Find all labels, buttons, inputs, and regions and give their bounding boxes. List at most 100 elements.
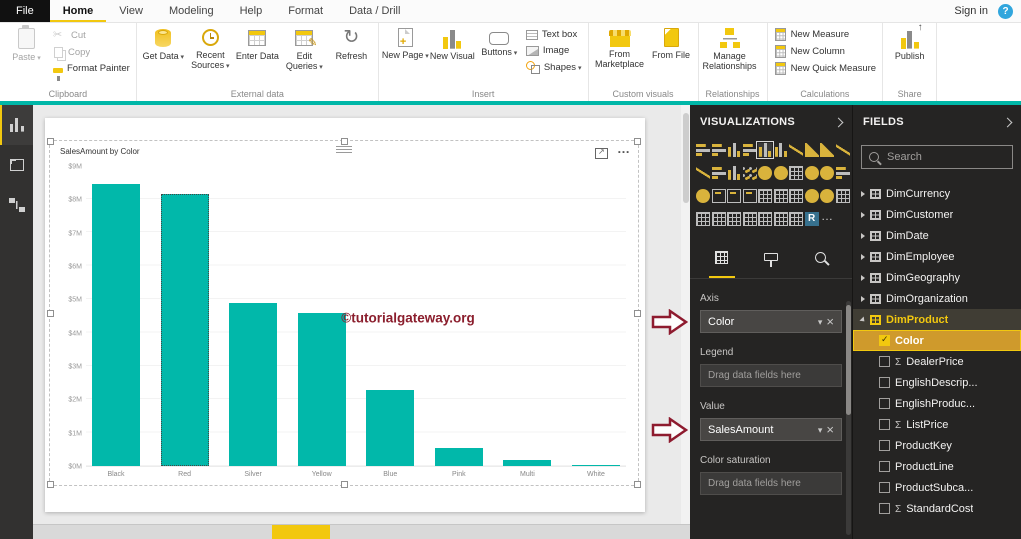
table-row-DimCurrency[interactable]: DimCurrency [853,183,1021,204]
viz-icon-r-script-visual[interactable] [804,212,819,226]
paste-button[interactable]: Paste [3,24,50,88]
table-row-DimEmployee[interactable]: DimEmployee [853,246,1021,267]
field-checkbox[interactable] [879,377,890,388]
table-row-DimGeography[interactable]: DimGeography [853,267,1021,288]
viz-icon-custom-visual-3[interactable] [711,212,726,226]
viz-icon-clustered-bar-chart[interactable] [711,143,726,157]
viz-icon-custom-visual-4[interactable] [727,212,741,226]
report-canvas[interactable]: SalesAmount by Color $9M$8M$7M$6M$5M$4M$… [33,105,690,525]
viz-pane-tab-format[interactable] [753,236,789,278]
copy-button[interactable]: Copy [53,46,130,59]
drag-handle-icon[interactable] [336,146,352,154]
shapes-button[interactable]: Shapes [525,60,582,74]
table-row-DimProduct[interactable]: DimProduct [853,309,1021,330]
remove-field-icon[interactable] [826,423,834,437]
viz-icon-scatter-chart[interactable] [742,166,757,180]
viz-icon-line-and-clustered-column-chart[interactable] [696,166,710,180]
viz-icon-custom-visual-2[interactable] [696,212,710,226]
new-column-button[interactable]: New Column [774,45,877,58]
field-checkbox[interactable] [879,334,890,346]
resize-handle[interactable] [47,138,54,145]
viz-icon-slicer[interactable] [758,189,772,203]
viz-icon-100-stacked-bar-chart[interactable] [742,143,757,157]
expand-chevron-icon[interactable] [861,211,865,218]
bar-red[interactable] [160,193,209,466]
table-row-DimOrganization[interactable]: DimOrganization [853,288,1021,309]
format-painter-button[interactable]: Format Painter [53,63,130,81]
viz-icon-filled-map[interactable] [820,166,834,180]
resize-handle[interactable] [634,138,641,145]
resize-handle[interactable] [341,138,348,145]
field-row-Color[interactable]: Color [853,330,1021,351]
resize-handle[interactable] [47,481,54,488]
viz-icon-multi-row-card[interactable] [727,189,741,203]
enter-data-button[interactable]: Enter Data [234,24,281,88]
expand-chevron-icon[interactable] [861,295,865,302]
resize-handle[interactable] [341,481,348,488]
nav-item-data-view[interactable] [0,145,33,185]
edit-queries-button[interactable]: Edit Queries [281,24,328,88]
report-page[interactable]: SalesAmount by Color $9M$8M$7M$6M$5M$4M$… [45,118,645,512]
cut-button[interactable]: Cut [53,28,130,42]
tab-data-drill[interactable]: Data / Drill [336,0,413,22]
viz-icon-shape-map[interactable] [820,189,834,203]
resize-handle[interactable] [47,310,54,317]
from-file-button[interactable]: From File [648,24,695,88]
bar-multi[interactable] [503,460,552,466]
viz-icon-area-chart[interactable] [804,143,819,157]
nav-item-model-view[interactable] [0,185,33,225]
buttons-button[interactable]: Buttons [476,24,523,88]
viz-icon-stacked-column-chart[interactable] [727,143,741,157]
manage-relationships-button[interactable]: Manage Relationships [702,24,758,88]
legend-field-well[interactable]: Drag data fields here [700,364,842,387]
field-row-ProductSubca[interactable]: ProductSubca... [853,477,1021,498]
bar-yellow[interactable] [297,313,346,466]
tab-view[interactable]: View [106,0,156,22]
viz-icon-stacked-area-chart[interactable] [820,143,834,157]
page-tab[interactable] [272,525,330,539]
expand-chevron-icon[interactable] [861,274,865,281]
viz-icon-ellipsis[interactable] [820,209,834,226]
refresh-button[interactable]: Refresh [328,24,375,88]
field-checkbox[interactable] [879,398,890,409]
viz-icon-matrix[interactable] [789,189,803,203]
table-row-DimDate[interactable]: DimDate [853,225,1021,246]
field-row-DealerPrice[interactable]: DealerPrice [853,351,1021,372]
new-visual-button[interactable]: New Visual [429,24,476,88]
tab-modeling[interactable]: Modeling [156,0,227,22]
expand-chevron-icon[interactable] [859,315,867,324]
chevron-down-icon[interactable] [818,316,823,328]
bar-black[interactable] [92,183,140,466]
help-icon[interactable]: ? [998,3,1013,19]
get-data-button[interactable]: Get Data [140,24,187,88]
field-row-ProductLine[interactable]: ProductLine [853,456,1021,477]
viz-icon-custom-visual-7[interactable] [773,212,788,226]
nav-item-report-view[interactable] [0,105,33,145]
expand-chevron-icon[interactable] [861,253,865,260]
bar-white[interactable] [571,464,620,466]
viz-icon-kpi[interactable] [742,189,757,203]
chevron-down-icon[interactable] [818,424,823,436]
collapse-pane-icon[interactable] [833,117,844,127]
expand-chevron-icon[interactable] [861,232,865,239]
viz-icon-custom-visual-1[interactable] [835,189,850,203]
bar-silver[interactable] [229,303,278,466]
viz-icon-ribbon-chart[interactable] [711,166,726,180]
field-checkbox[interactable] [879,461,890,472]
axis-field-well[interactable]: Color [700,310,842,333]
field-row-EnglishProduc[interactable]: EnglishProduc... [853,393,1021,414]
field-row-EnglishDescrip[interactable]: EnglishDescrip... [853,372,1021,393]
viz-icon-map[interactable] [804,166,819,180]
value-field-well[interactable]: SalesAmount [700,418,842,441]
field-checkbox[interactable] [879,503,890,514]
image-button[interactable]: Image [525,44,582,56]
viz-icon-custom-visual-8[interactable] [789,212,803,226]
tab-home[interactable]: Home [50,0,107,22]
viz-icon-line-and-stacked-column-chart[interactable] [835,143,850,157]
tab-file[interactable]: File [0,0,50,22]
tab-format[interactable]: Format [275,0,336,22]
viz-icon-treemap[interactable] [789,166,803,180]
resize-handle[interactable] [634,310,641,317]
more-options-icon[interactable] [617,140,630,158]
field-row-ListPrice[interactable]: ListPrice [853,414,1021,435]
